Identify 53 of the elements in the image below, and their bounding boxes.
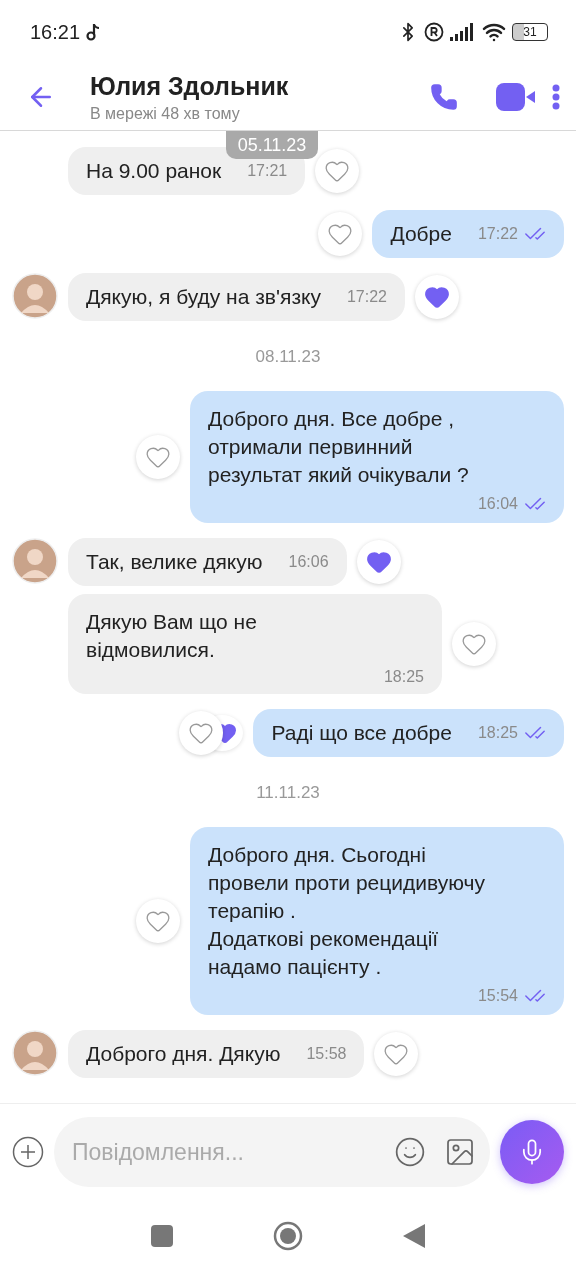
like-button[interactable] (318, 212, 363, 256)
back-nav-button[interactable] (403, 1224, 425, 1248)
message-time: 17:21 (247, 162, 288, 180)
like-button[interactable] (315, 149, 360, 193)
like-button[interactable] (452, 622, 496, 666)
like-button[interactable] (136, 435, 180, 479)
registered-icon (424, 22, 444, 42)
music-note-icon (86, 23, 101, 41)
message-text: На 9.00 ранок (86, 158, 222, 184)
message-time: 17:22 (346, 288, 387, 306)
voice-button[interactable] (500, 1120, 564, 1184)
message-time: 18:25 (383, 668, 424, 686)
message-text: Дякую, я буду на зв'язку (86, 284, 321, 310)
plus-icon (12, 1136, 44, 1168)
message-time: 18:25 (477, 724, 518, 742)
last-seen: В мережі 48 хв тому (90, 104, 241, 123)
recents-button[interactable] (151, 1225, 173, 1247)
more-icon (552, 84, 560, 110)
message-time: 15:58 (306, 1045, 347, 1063)
video-call-button[interactable] (496, 83, 536, 111)
like-button[interactable] (374, 1032, 419, 1076)
message-text: Доброго дня. Дякую (86, 1041, 281, 1067)
status-time: 16:21 (30, 20, 81, 44)
date-chip: 05.11.23 (226, 131, 318, 159)
image-icon[interactable] (444, 1136, 476, 1168)
like-button[interactable] (179, 711, 224, 755)
signal-icon (450, 23, 476, 41)
message-field[interactable]: Повідомлення... (72, 1138, 376, 1166)
more-button[interactable] (552, 84, 560, 110)
message-text: Раді що все добре (271, 720, 452, 746)
message-time: 17:22 (477, 225, 518, 243)
contact-name: Юлия Здольник (90, 71, 290, 101)
message-text: Дякую Вам що не відмовилися. (86, 609, 258, 663)
add-button[interactable] (12, 1136, 44, 1168)
date-separator: 08.11.23 (255, 347, 321, 367)
video-camera-icon (496, 83, 536, 111)
message-text: Так, велике дякую (86, 549, 263, 575)
phone-icon (430, 83, 458, 111)
message-input-box[interactable]: Повідомлення... (54, 1117, 490, 1187)
call-button[interactable] (430, 83, 458, 111)
date-separator: 11.11.23 (256, 783, 320, 803)
message-text: Доброго дня. Все добре , отримали первинний результат який очікували ? (208, 406, 470, 488)
message-time: 16:04 (477, 495, 518, 513)
like-button[interactable] (415, 275, 459, 319)
like-button[interactable] (136, 899, 180, 943)
message-time: 16:06 (288, 553, 329, 571)
message-time: 15:54 (477, 987, 518, 1005)
message-text: Доброго дня. Сьогодні провели проти рецидивуючу терапію . Додаткові рекомендації надамо пацієнту . (208, 842, 486, 980)
message-text: Добре (390, 221, 452, 247)
battery-icon: 31 (512, 23, 548, 41)
home-button[interactable] (273, 1221, 303, 1251)
like-button[interactable] (356, 540, 401, 584)
emoji-icon[interactable] (394, 1136, 426, 1168)
